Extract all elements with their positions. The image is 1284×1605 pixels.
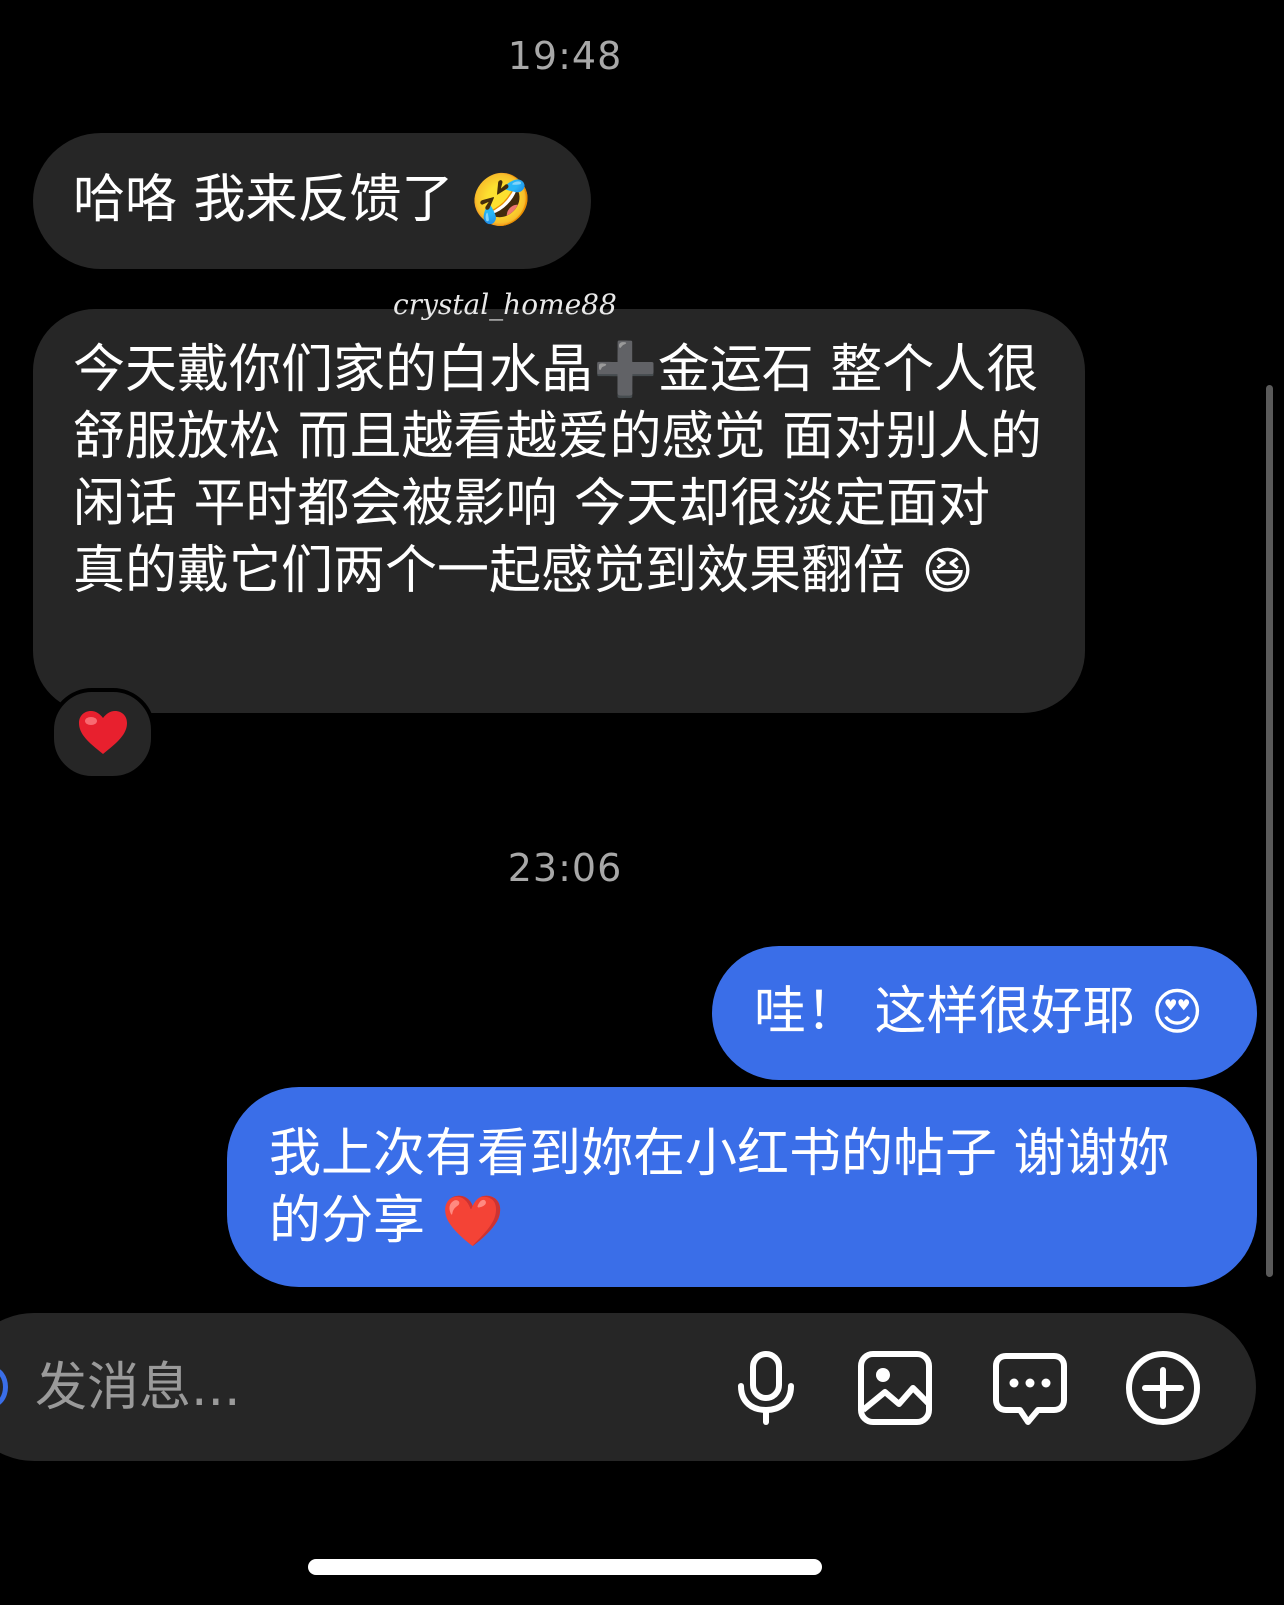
message-text: 我上次有看到妳在小红书的帖子 谢谢妳的分享 [269, 1124, 1170, 1251]
timestamp-1: 19:48 [507, 34, 623, 78]
home-indicator[interactable] [308, 1559, 822, 1575]
watermark: crystal_home88 [393, 288, 617, 321]
sticker-message-icon[interactable] [990, 1348, 1070, 1428]
image-icon[interactable] [855, 1348, 935, 1428]
incoming-message-1[interactable]: 哈咯 我来反馈了 🤣 [33, 133, 591, 269]
message-text: 今天戴你们家的白水晶➕金运石 整个人很舒服放松 而且越看越爱的感觉 面对别人的闲… [73, 340, 1043, 601]
message-text: 哇！ 这样很好耶 [754, 982, 1135, 1042]
heart-eyes-emoji-icon: 😍 [1151, 983, 1204, 1041]
timestamp-2: 23:06 [507, 846, 623, 890]
laughing-emoji-icon: 😆 [921, 542, 974, 600]
scrollbar[interactable] [1266, 385, 1273, 1277]
red-heart-emoji-icon: ❤️ [441, 1192, 504, 1250]
outgoing-message-2[interactable]: 我上次有看到妳在小红书的帖子 谢谢妳的分享 ❤️ [227, 1087, 1257, 1287]
plus-circle-icon[interactable] [1123, 1348, 1203, 1428]
outgoing-message-1[interactable]: 哇！ 这样很好耶 😍 [712, 946, 1257, 1080]
incoming-message-2[interactable]: 今天戴你们家的白水晶➕金运石 整个人很舒服放松 而且越看越爱的感觉 面对别人的闲… [33, 309, 1085, 713]
message-input[interactable]: 发消息... [35, 1358, 241, 1418]
message-text: 哈咯 我来反馈了 [73, 170, 454, 230]
rolling-laughing-emoji-icon: 🤣 [470, 171, 533, 229]
microphone-icon[interactable] [726, 1348, 806, 1428]
heart-reaction[interactable] [50, 688, 155, 780]
heart-icon [79, 711, 127, 754]
